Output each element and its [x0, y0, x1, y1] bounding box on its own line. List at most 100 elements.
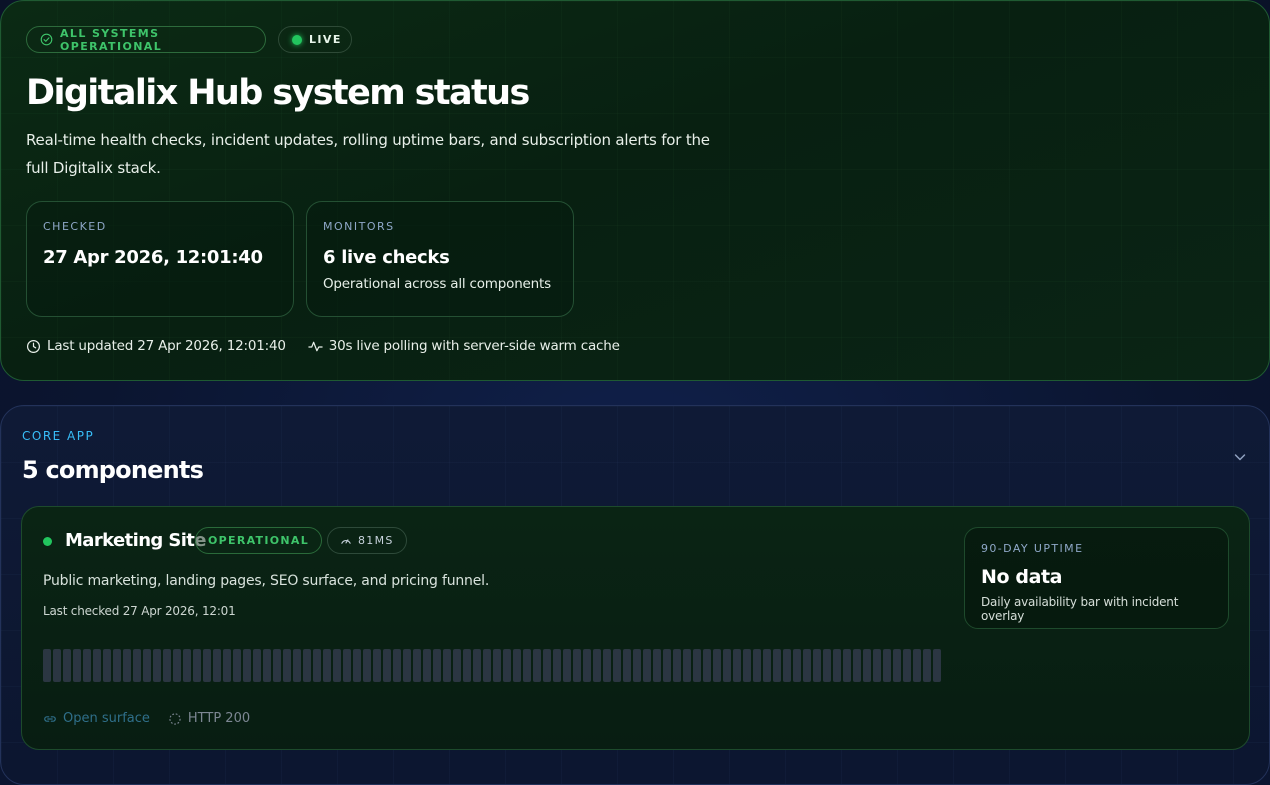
uptime-day-bar[interactable] — [243, 649, 251, 682]
uptime-day-bar[interactable] — [333, 649, 341, 682]
uptime-day-bar[interactable] — [123, 649, 131, 682]
loader-circle-icon — [169, 712, 181, 725]
uptime-day-bar[interactable] — [133, 649, 141, 682]
uptime-day-bar[interactable] — [223, 649, 231, 682]
uptime-day-bar[interactable] — [813, 649, 821, 682]
uptime-day-bar[interactable] — [433, 649, 441, 682]
uptime-day-bar[interactable] — [403, 649, 411, 682]
uptime-day-bar[interactable] — [563, 649, 571, 682]
checked-label: CHECKED — [43, 220, 107, 233]
uptime-day-bar[interactable] — [873, 649, 881, 682]
uptime-day-bar[interactable] — [383, 649, 391, 682]
uptime-day-bar[interactable] — [643, 649, 651, 682]
uptime-day-bar[interactable] — [53, 649, 61, 682]
uptime-day-bar[interactable] — [163, 649, 171, 682]
uptime-day-bar[interactable] — [663, 649, 671, 682]
uptime-day-bar[interactable] — [683, 649, 691, 682]
uptime-day-bar[interactable] — [893, 649, 901, 682]
uptime-day-bar[interactable] — [233, 649, 241, 682]
uptime-day-bar[interactable] — [253, 649, 261, 682]
open-surface-link[interactable]: Open surface — [43, 711, 150, 726]
uptime-day-bar[interactable] — [483, 649, 491, 682]
uptime-day-bar[interactable] — [743, 649, 751, 682]
uptime-day-bar[interactable] — [653, 649, 661, 682]
collapse-toggle[interactable] — [1232, 449, 1248, 469]
uptime-day-bar[interactable] — [183, 649, 191, 682]
uptime-day-bar[interactable] — [43, 649, 51, 682]
uptime-day-bar[interactable] — [473, 649, 481, 682]
uptime-day-bar[interactable] — [493, 649, 501, 682]
uptime-day-bar[interactable] — [343, 649, 351, 682]
uptime-day-bar[interactable] — [833, 649, 841, 682]
uptime-day-bar[interactable] — [903, 649, 911, 682]
uptime-day-bar[interactable] — [733, 649, 741, 682]
uptime-day-bar[interactable] — [143, 649, 151, 682]
uptime-day-bar[interactable] — [583, 649, 591, 682]
uptime-day-bar[interactable] — [623, 649, 631, 682]
uptime-day-bar[interactable] — [883, 649, 891, 682]
uptime-day-bar[interactable] — [933, 649, 941, 682]
uptime-day-bar[interactable] — [463, 649, 471, 682]
uptime-day-bar[interactable] — [573, 649, 581, 682]
uptime-day-bar[interactable] — [863, 649, 871, 682]
uptime-day-bar[interactable] — [303, 649, 311, 682]
uptime-day-bar[interactable] — [83, 649, 91, 682]
uptime-day-bar[interactable] — [543, 649, 551, 682]
uptime-day-bar[interactable] — [213, 649, 221, 682]
uptime-day-bar[interactable] — [513, 649, 521, 682]
uptime-day-bar[interactable] — [853, 649, 861, 682]
uptime-day-bar[interactable] — [313, 649, 321, 682]
uptime-day-bar[interactable] — [393, 649, 401, 682]
uptime-day-bar[interactable] — [843, 649, 851, 682]
uptime-day-bar[interactable] — [603, 649, 611, 682]
uptime-day-bar[interactable] — [453, 649, 461, 682]
uptime-day-bar[interactable] — [263, 649, 271, 682]
uptime-day-bar[interactable] — [673, 649, 681, 682]
uptime-day-bar[interactable] — [113, 649, 121, 682]
uptime-day-bar[interactable] — [793, 649, 801, 682]
uptime-day-bar[interactable] — [63, 649, 71, 682]
uptime-day-bar[interactable] — [203, 649, 211, 682]
uptime-day-bar[interactable] — [633, 649, 641, 682]
uptime-day-bar[interactable] — [413, 649, 421, 682]
uptime-day-bar[interactable] — [613, 649, 621, 682]
uptime-day-bar[interactable] — [823, 649, 831, 682]
uptime-day-bar[interactable] — [923, 649, 931, 682]
uptime-day-bar[interactable] — [753, 649, 761, 682]
uptime-day-bar[interactable] — [353, 649, 361, 682]
uptime-day-bar[interactable] — [93, 649, 101, 682]
uptime-day-bar[interactable] — [73, 649, 81, 682]
uptime-day-bar[interactable] — [553, 649, 561, 682]
uptime-day-bar[interactable] — [503, 649, 511, 682]
uptime-day-bar[interactable] — [763, 649, 771, 682]
component-links: Open surface HTTP 200 — [43, 711, 250, 726]
uptime-day-bar[interactable] — [713, 649, 721, 682]
uptime-day-bar[interactable] — [173, 649, 181, 682]
status-pill-label: ALL SYSTEMS OPERATIONAL — [60, 26, 163, 53]
uptime-day-bar[interactable] — [723, 649, 731, 682]
uptime-day-bar[interactable] — [593, 649, 601, 682]
uptime-day-bar[interactable] — [783, 649, 791, 682]
uptime-day-bar[interactable] — [523, 649, 531, 682]
uptime-day-bar[interactable] — [293, 649, 301, 682]
uptime-day-bar[interactable] — [913, 649, 921, 682]
uptime-day-bar[interactable] — [373, 649, 381, 682]
uptime-day-bar[interactable] — [153, 649, 161, 682]
check-circle-icon — [40, 33, 53, 46]
uptime-day-bar[interactable] — [693, 649, 701, 682]
uptime-day-bar[interactable] — [803, 649, 811, 682]
checked-card: CHECKED 27 Apr 2026, 12:01:40 — [26, 201, 294, 317]
uptime-day-bar[interactable] — [273, 649, 281, 682]
uptime-day-bar[interactable] — [773, 649, 781, 682]
uptime-day-bar[interactable] — [363, 649, 371, 682]
latency-value: 81MS — [358, 534, 394, 547]
uptime-day-bar[interactable] — [323, 649, 331, 682]
uptime-day-bar[interactable] — [103, 649, 111, 682]
link-icon — [44, 715, 56, 722]
uptime-day-bar[interactable] — [443, 649, 451, 682]
uptime-day-bar[interactable] — [283, 649, 291, 682]
uptime-day-bar[interactable] — [533, 649, 541, 682]
uptime-day-bar[interactable] — [423, 649, 431, 682]
uptime-day-bar[interactable] — [193, 649, 201, 682]
uptime-day-bar[interactable] — [703, 649, 711, 682]
